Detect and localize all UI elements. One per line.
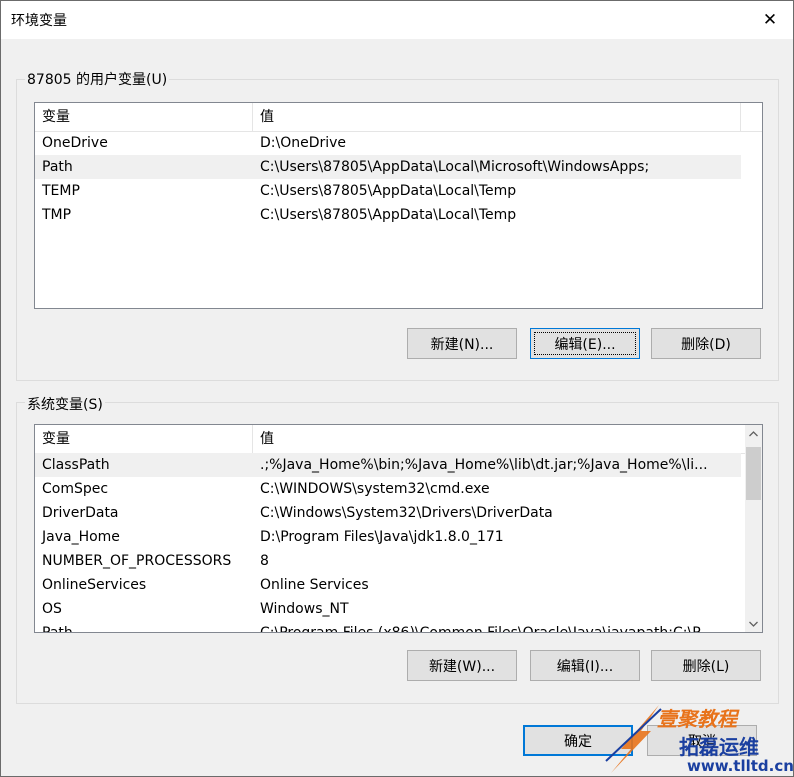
column-header-value[interactable]: 值	[253, 425, 743, 453]
user-edit-label: 编辑(E)...	[554, 336, 616, 353]
user-variables-list[interactable]: 变量 值 OneDrive D:\OneDrive Path C:\Users\878…	[34, 102, 763, 309]
list-item[interactable]: ComSpec C:\WINDOWS\system32\cmd.exe	[35, 477, 741, 501]
watermark-line1: 壹聚教程	[657, 707, 737, 731]
variable-name: Java_Home	[42, 529, 120, 545]
variable-value: 8	[260, 553, 269, 569]
ok-label: 确定	[564, 733, 592, 750]
variable-name: Path	[42, 625, 73, 633]
column-header-value[interactable]: 值	[253, 103, 741, 131]
list-header: 变量 值	[35, 103, 762, 132]
variable-value: D:\OneDrive	[260, 135, 347, 151]
scroll-down-arrow-icon[interactable]	[745, 615, 762, 632]
user-delete-label: 删除(D)	[681, 336, 731, 353]
system-delete-button[interactable]: 删除(L)	[651, 650, 761, 681]
variable-name: TMP	[42, 207, 72, 223]
scroll-up-arrow-icon[interactable]	[745, 425, 762, 442]
list-item[interactable]: ClassPath .;%Java_Home%\bin;%Java_Home%\l…	[35, 453, 741, 477]
variable-value: C:\Users\87805\AppData\Local\Microsoft\W…	[260, 159, 650, 175]
list-item[interactable]: Path C:\Program Files (x86)\Common Files\…	[35, 621, 741, 633]
scrollbar-thumb[interactable]	[746, 447, 761, 500]
variable-value: .;%Java_Home%\bin;%Java_Home%\lib\dt.jar…	[260, 457, 708, 473]
title-bar: 环境变量 ✕	[1, 1, 793, 39]
variable-value: C:\Users\87805\AppData\Local\Temp	[260, 207, 517, 223]
close-button[interactable]: ✕	[747, 1, 793, 39]
system-delete-label: 删除(L)	[682, 658, 730, 675]
variable-name: OnlineServices	[42, 577, 147, 593]
list-header: 变量 值	[35, 425, 745, 454]
variable-name: ClassPath	[42, 457, 110, 473]
variable-value: C:\Windows\System32\Drivers\DriverData	[260, 505, 553, 521]
variable-name: NUMBER_OF_PROCESSORS	[42, 553, 232, 569]
system-variables-label: 系统变量(S)	[25, 394, 105, 414]
list-item[interactable]: TMP C:\Users\87805\AppData\Local\Temp	[35, 203, 741, 227]
environment-variables-dialog: 环境变量 ✕ 87805 的用户变量(U) 变量 值 OneDrive D:\On…	[0, 0, 794, 777]
list-item[interactable]: OnlineServices Online Services	[35, 573, 741, 597]
variable-name: OneDrive	[42, 135, 108, 151]
system-new-button[interactable]: 新建(W)...	[407, 650, 517, 681]
user-delete-button[interactable]: 删除(D)	[651, 328, 761, 359]
user-edit-button[interactable]: 编辑(E)...	[530, 328, 640, 359]
list-item[interactable]: OneDrive D:\OneDrive	[35, 131, 741, 155]
variable-name: Path	[42, 159, 73, 175]
variable-value: C:\Program Files (x86)\Common Files\Orac…	[260, 625, 712, 633]
variable-value: C:\Users\87805\AppData\Local\Temp	[260, 183, 517, 199]
watermark: 壹聚教程 拓磊运维 www.tlltd.cn	[601, 701, 794, 776]
close-icon: ✕	[762, 10, 778, 30]
variable-name: OS	[42, 601, 62, 617]
system-new-label: 新建(W)...	[428, 658, 496, 675]
vertical-scrollbar[interactable]	[745, 425, 762, 632]
variable-name: DriverData	[42, 505, 119, 521]
variable-value: D:\Program Files\Java\jdk1.8.0_171	[260, 529, 504, 545]
watermark-url: www.tlltd.cn	[687, 757, 794, 775]
variable-name: ComSpec	[42, 481, 109, 497]
list-item[interactable]: OS Windows_NT	[35, 597, 741, 621]
list-item[interactable]: DriverData C:\Windows\System32\Drivers\Dr…	[35, 501, 741, 525]
user-new-button[interactable]: 新建(N)...	[407, 328, 517, 359]
variable-value: C:\WINDOWS\system32\cmd.exe	[260, 481, 490, 497]
system-edit-button[interactable]: 编辑(I)...	[530, 650, 640, 681]
variable-value: Online Services	[260, 577, 369, 593]
system-variables-list[interactable]: 变量 值 ClassPath .;%Java_Home%\bin;%Java_Ho…	[34, 424, 763, 633]
window-title: 环境变量	[11, 13, 67, 29]
variable-name: TEMP	[42, 183, 80, 199]
list-item[interactable]: Java_Home D:\Program Files\Java\jdk1.8.0_…	[35, 525, 741, 549]
system-edit-label: 编辑(I)...	[556, 658, 614, 675]
column-header-variable[interactable]: 变量	[35, 103, 253, 131]
variable-value: Windows_NT	[260, 601, 349, 617]
list-item[interactable]: NUMBER_OF_PROCESSORS 8	[35, 549, 741, 573]
list-item[interactable]: TEMP C:\Users\87805\AppData\Local\Temp	[35, 179, 741, 203]
column-header-variable[interactable]: 变量	[35, 425, 253, 453]
watermark-line2: 拓磊运维	[679, 735, 759, 759]
user-new-label: 新建(N)...	[430, 336, 494, 353]
user-variables-label: 87805 的用户变量(U)	[25, 69, 170, 89]
list-item[interactable]: Path C:\Users\87805\AppData\Local\Microso…	[35, 155, 741, 179]
